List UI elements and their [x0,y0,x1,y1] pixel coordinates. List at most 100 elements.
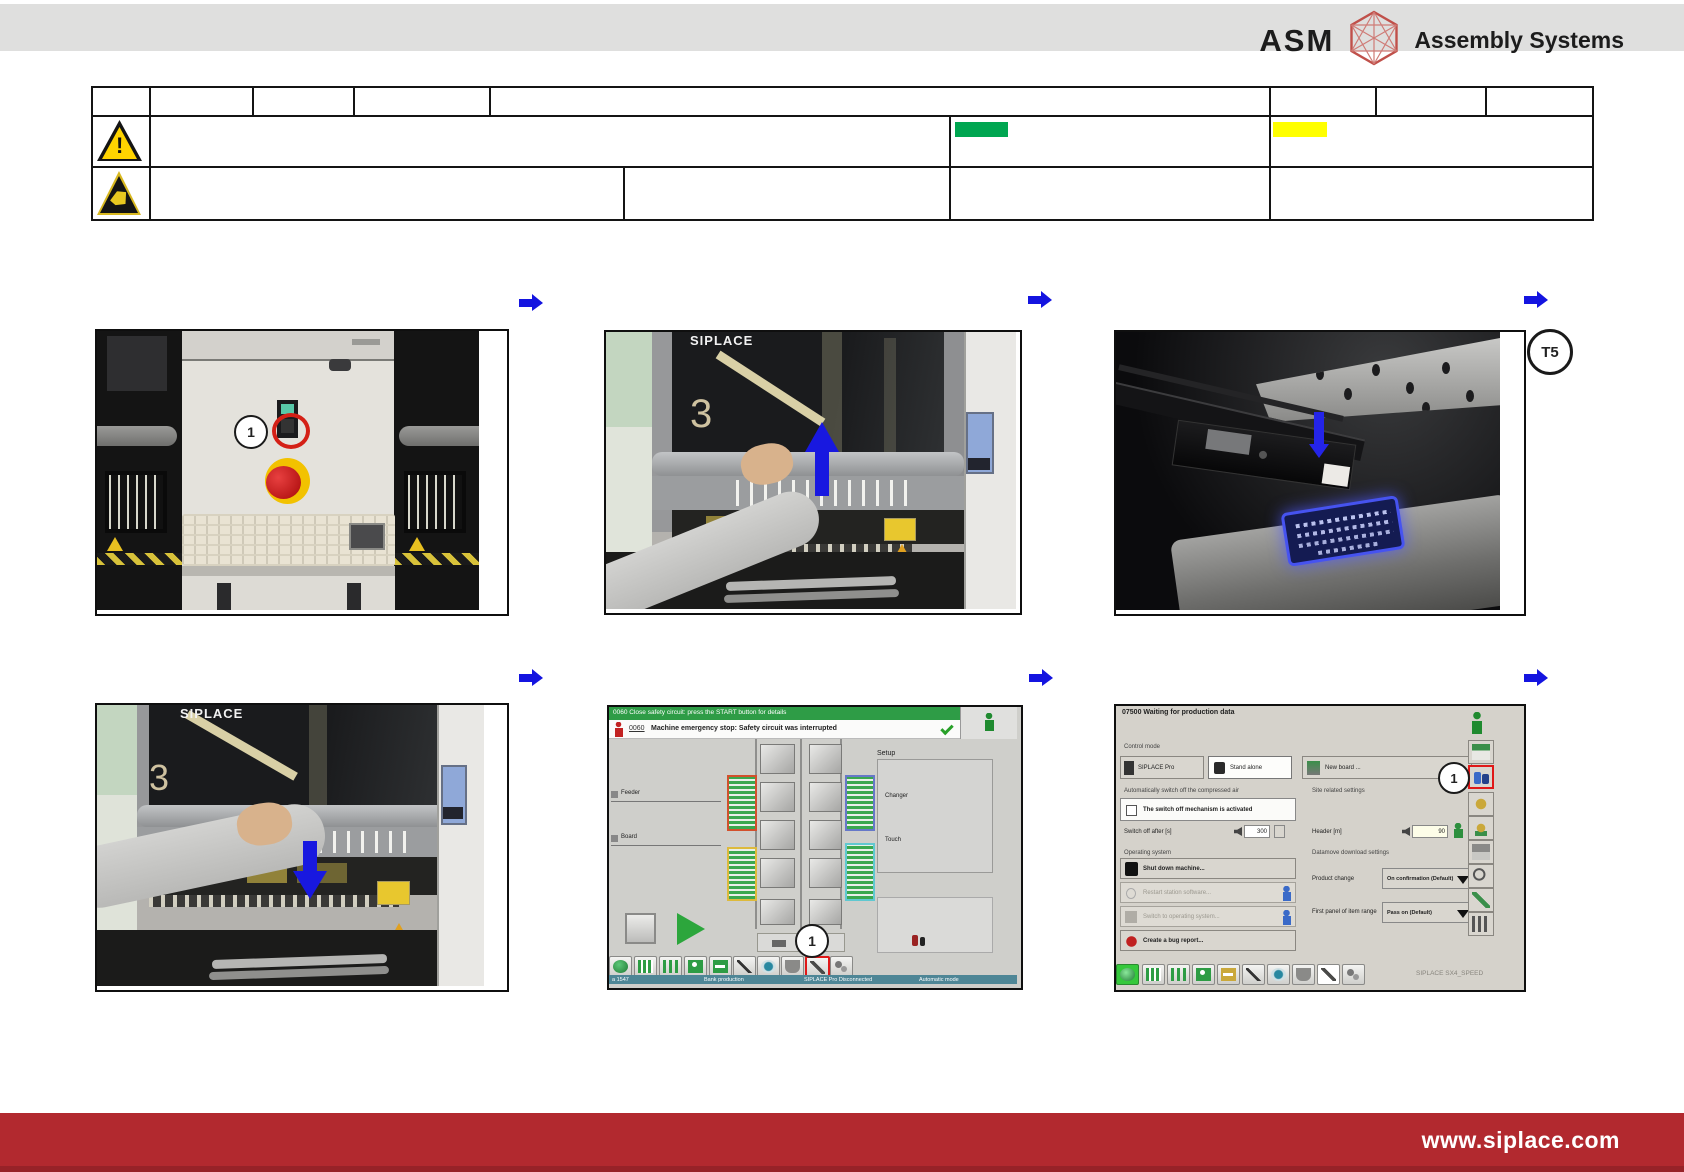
device-screw [1258,450,1268,460]
air-section-label: Automatically switch off the compressed … [1124,788,1239,794]
switch-os-icon [1125,911,1137,923]
toolbar-graph-button [733,956,756,977]
red-circle-annotation [272,413,310,449]
siplace-wordmark: SIPLACE [180,706,244,721]
status-production: Bank production [704,976,744,983]
checkbox-label: The switch off mechanism is activated [1143,807,1253,813]
product-change-dropdown: On confirmation (Default) [1382,868,1474,889]
table-divider [623,168,625,219]
site-settings-label: Site related settings [1312,788,1365,794]
down-arrow-shaft [1314,412,1324,446]
strap-reflection [715,350,826,427]
down-arrow-head [1309,444,1329,458]
control-mode-label: Control mode [1124,744,1161,750]
t5-badge: T5 [1527,329,1573,375]
restart-button: Restart station software... [1120,882,1296,903]
photo3-content [1116,332,1500,610]
small-warning-triangle [107,537,123,551]
toolbar-chart-button [659,956,682,977]
bug-report-label: Create a bug report... [1143,938,1204,944]
confirm-check-icon [940,721,954,736]
side-panel [877,897,993,953]
toolbar-settings-button [830,956,853,977]
setup-label: Setup [877,750,896,757]
step-1-marker: 1 [234,415,268,449]
toolbar-chart-button [1167,964,1190,985]
stand-alone-icon [1214,762,1225,774]
switch-off-checkbox-row: The switch off mechanism is activated [1120,798,1296,821]
header-field: 90 [1412,825,1448,838]
display-slot [968,458,990,470]
info-corner-box [960,707,1017,739]
siplace-pro-icon [1124,761,1134,775]
switch-off-value: 300 [1256,829,1267,835]
feeder-label: Feeder [621,790,641,796]
footer-red-bar: www.siplace.com [0,1113,1684,1172]
changer-label: Changer [885,793,909,799]
step-arrow-icon [1028,291,1052,308]
feeder-bank-blue [845,775,875,831]
toolbar-help-button [709,956,732,977]
step-1-marker: 1 [1438,762,1470,794]
machine-top-strip [182,331,394,361]
hood-handle-rail [652,452,964,476]
segment-tile [809,744,842,774]
table-divider [949,168,951,219]
first-panel-label: First panel of item range [1312,909,1377,915]
step-arrow-icon [1524,669,1548,686]
feeder-bank-orange [727,775,757,831]
user-figure-icon [1281,886,1292,901]
photo-feeder-closeup [1114,330,1526,616]
hazard-stripe [394,553,479,565]
drill-hole [1344,388,1352,400]
up-arrow-head [805,422,839,452]
photo4-content: SIPLACE 3 [97,705,484,986]
device-clamp [1205,428,1252,455]
table-divider [949,117,951,170]
assembly-systems-wordmark: Assembly Systems [1414,27,1624,53]
speaker-icon [1402,827,1410,836]
feeder-bank-cyan [845,843,875,901]
shutdown-button: Shut down machine... [1120,858,1296,879]
green-color-swatch [955,122,1008,137]
asm-logo: ASM Assembly Systems [1259,10,1624,71]
toolbar-settings-button [1342,964,1365,985]
emergency-stop-button [266,466,301,499]
header-value: 90 [1438,829,1445,835]
machine-rail [399,426,479,446]
sidebar-stats-button [1468,912,1494,936]
sidebar-hand-button [1468,888,1494,912]
new-board-label: New board ... [1325,765,1361,771]
segment-tile [809,858,842,888]
table-divider [149,168,151,219]
toolbar-operator-button [684,956,707,977]
legend-warning-row [91,115,1594,172]
shutdown-label: Shut down machine... [1143,866,1205,872]
yellow-sticker [377,881,410,905]
step-arrow-icon [1524,291,1548,308]
restart-label: Restart station software... [1143,890,1212,896]
photo-settings-screen: 07500 Waiting for production data Contro… [1114,704,1526,992]
stop-button [625,913,656,944]
info-icon [1470,712,1484,734]
table-divider [1269,117,1271,170]
toolbar-home-button [609,956,632,977]
drill-hole [1422,402,1430,414]
up-arrow-shaft [815,450,829,496]
feeder-label-icon [611,791,618,798]
cable-hook [329,359,351,371]
slide-page: ASM Assembly Systems ! T5 1 SIPLACE 3 SI… [0,0,1684,1172]
siplace-url: www.siplace.com [1421,1127,1620,1153]
step-arrow-icon [1029,669,1053,686]
product-change-value: On confirmation (Default) [1387,876,1454,882]
status-mode: Automatic mode [919,976,959,983]
segment-tile [809,820,842,850]
segment-tile [760,820,795,850]
first-panel-dropdown: Pass on (Default) [1382,902,1474,923]
checkbox [1126,805,1137,816]
warning-exclamation: ! [116,133,124,158]
toolbar-help-button [1217,964,1240,985]
step-arrow-icon [519,294,543,311]
shutdown-icon [1125,862,1138,876]
os-section-label: Operating system [1124,850,1172,856]
